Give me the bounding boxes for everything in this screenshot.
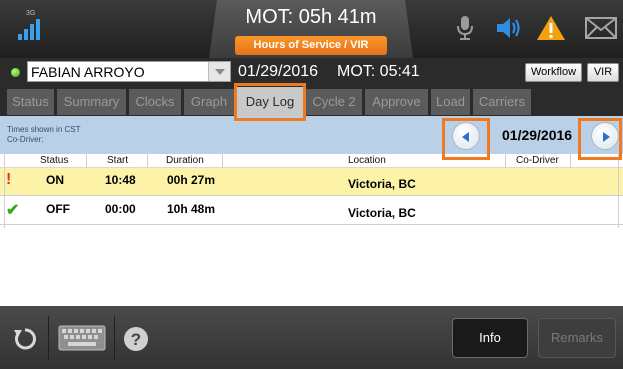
timezone-text: Times shown in CST: [7, 125, 81, 134]
svg-text:?: ?: [131, 330, 141, 349]
speaker-icon[interactable]: [495, 15, 523, 41]
tab-bar: Status Summary Clocks Graph Day Log Cycl…: [0, 86, 623, 116]
signal-icon: 3G: [12, 10, 52, 46]
hos-vir-tab[interactable]: Hours of Service / VIR: [235, 36, 387, 55]
tab-clocks[interactable]: Clocks: [129, 89, 181, 115]
driver-select[interactable]: FABIAN ARROYO: [27, 61, 231, 82]
mic-icon[interactable]: [455, 15, 475, 41]
tab-summary[interactable]: Summary: [57, 89, 126, 115]
footer-divider: [114, 316, 115, 360]
log-date: 01/29/2016: [502, 127, 573, 143]
remarks-button[interactable]: Remarks: [538, 318, 616, 358]
highlight-prev-day-button: [442, 118, 490, 160]
co-driver-text: Co-Driver:: [7, 135, 44, 144]
table-frame: [4, 154, 619, 228]
network-type-label: 3G: [26, 10, 36, 17]
refresh-icon[interactable]: [12, 326, 38, 352]
driver-row: FABIAN ARROYO 01/29/2016 MOT: 05:41 Work…: [0, 58, 623, 86]
footer-divider: [48, 316, 49, 360]
signal-bar: [30, 24, 34, 40]
log-subheader: Times shown in CST Co-Driver: 01/29/2016: [0, 116, 623, 154]
highlight-day-log-tab: [234, 83, 306, 121]
signal-bar: [18, 34, 22, 40]
tab-approve[interactable]: Approve: [365, 89, 428, 115]
tab-carriers[interactable]: Carriers: [473, 89, 531, 115]
highlight-next-day-button: [578, 118, 622, 160]
chevron-down-icon[interactable]: [208, 62, 230, 81]
footer-bar: ? Info Remarks: [0, 306, 623, 369]
help-icon[interactable]: ?: [123, 326, 149, 352]
keyboard-icon[interactable]: [58, 324, 106, 352]
vir-button[interactable]: VIR: [587, 63, 619, 82]
workflow-button[interactable]: Workflow: [525, 63, 582, 82]
mot-panel: MOT: 05h 41m Hours of Service / VIR: [209, 0, 413, 58]
top-status-bar: 3G MOT: 05h 41m Hours of Service / VIR: [0, 0, 623, 58]
online-status-indicator: [11, 68, 20, 77]
hos-day-log-screen: 3G MOT: 05h 41m Hours of Service / VIR F…: [0, 0, 623, 369]
timezone-note: Times shown in CST Co-Driver:: [7, 125, 81, 145]
tab-graph[interactable]: Graph: [184, 89, 234, 115]
driver-name: FABIAN ARROYO: [31, 64, 145, 80]
info-button[interactable]: Info: [452, 318, 528, 358]
mail-icon[interactable]: [585, 15, 617, 41]
current-date: 01/29/2016: [238, 63, 319, 80]
tab-cycle-2[interactable]: Cycle 2: [306, 89, 362, 115]
driver-mot: MOT: 05:41: [337, 63, 420, 80]
tab-status[interactable]: Status: [7, 89, 54, 115]
signal-bar: [24, 29, 28, 40]
mot-title: MOT: 05h 41m: [245, 6, 377, 28]
warning-icon[interactable]: [536, 15, 566, 41]
tab-load[interactable]: Load: [431, 89, 470, 115]
signal-bar: [36, 19, 40, 40]
